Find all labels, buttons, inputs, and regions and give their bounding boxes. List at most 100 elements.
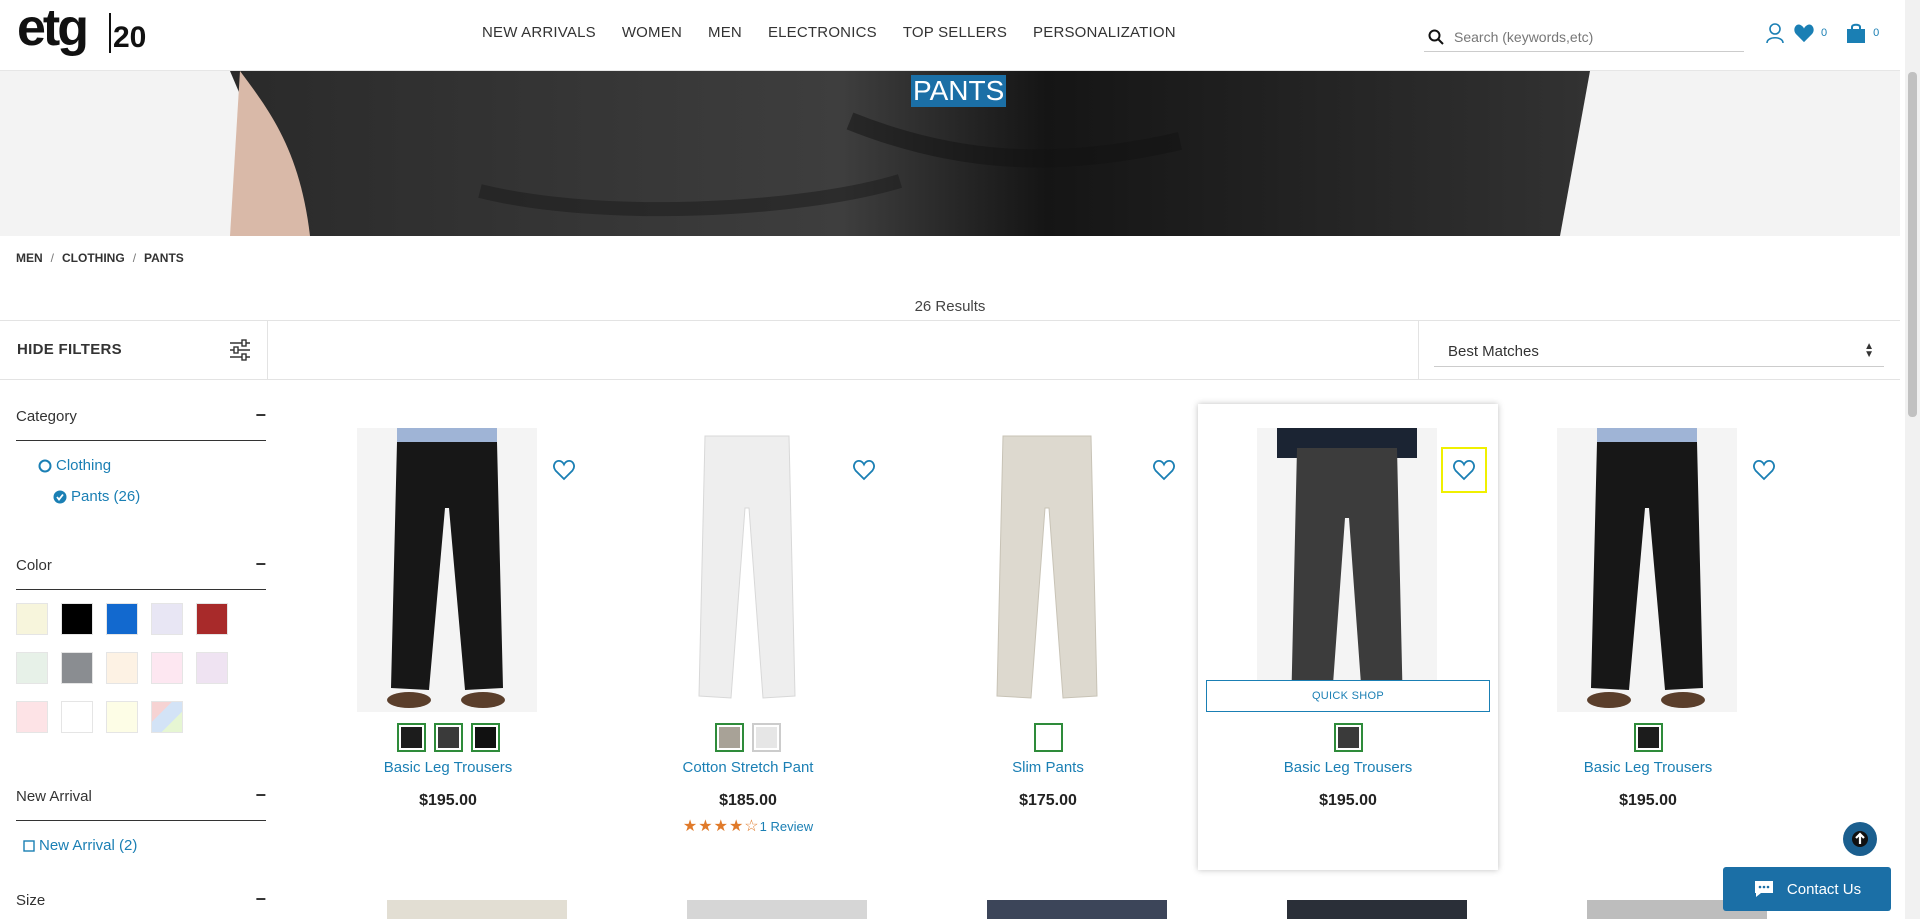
color-swatch[interactable]	[106, 652, 138, 684]
cart-bag-icon[interactable]	[1845, 22, 1867, 44]
svg-text:20: 20	[113, 21, 146, 54]
product-price: $195.00	[1319, 792, 1377, 809]
color-swatch[interactable]	[151, 603, 183, 635]
product-image[interactable]	[1557, 428, 1737, 712]
product-name[interactable]: Slim Pants	[898, 759, 1198, 776]
color-swatch[interactable]	[61, 701, 93, 733]
nav-women[interactable]: WOMEN	[622, 24, 682, 41]
category-pants[interactable]: Pants (26)	[53, 488, 266, 505]
nav-electronics[interactable]: ELECTRONICS	[768, 24, 877, 41]
product-name[interactable]: Basic Leg Trousers	[1498, 759, 1798, 776]
breadcrumb-clothing[interactable]: CLOTHING	[62, 251, 125, 265]
color-swatch[interactable]	[16, 701, 48, 733]
new-arrival-option[interactable]: New Arrival (2)	[23, 837, 266, 854]
color-option[interactable]	[433, 723, 463, 752]
nav-top-sellers[interactable]: TOP SELLERS	[903, 24, 1007, 41]
color-option[interactable]	[752, 723, 781, 752]
product-name[interactable]: Basic Leg Trousers	[1198, 759, 1498, 776]
breadcrumb-men[interactable]: MEN	[16, 251, 43, 265]
nav-personalization[interactable]: PERSONALIZATION	[1033, 24, 1176, 41]
add-to-wishlist-heart-icon[interactable]	[1743, 449, 1785, 491]
collapse-minus-icon[interactable]: −	[255, 785, 266, 806]
scrollbar-thumb[interactable]	[1908, 72, 1917, 417]
search-icon[interactable]	[1428, 29, 1444, 45]
breadcrumb-separator: /	[132, 251, 137, 265]
color-swatch[interactable]	[106, 603, 138, 635]
wishlist-heart-icon[interactable]	[1793, 23, 1815, 43]
nav-men[interactable]: MEN	[708, 24, 742, 41]
color-swatch[interactable]	[196, 603, 228, 635]
color-swatch[interactable]	[61, 652, 93, 684]
page-scrollbar[interactable]	[1905, 0, 1920, 919]
nav-new-arrivals[interactable]: NEW ARRIVALS	[482, 24, 596, 41]
breadcrumb: MEN / CLOTHING / PANTS	[16, 251, 184, 265]
contact-us-chat-button[interactable]: Contact Us	[1723, 867, 1891, 911]
filter-sliders-icon[interactable]	[229, 339, 251, 361]
product-image-next-row[interactable]	[987, 900, 1167, 919]
product-card[interactable]: Cotton Stretch Pant $185.00 ★ ★ ★ ★ ☆ 1 …	[598, 404, 898, 870]
product-price: $185.00	[719, 792, 777, 809]
color-option[interactable]	[396, 723, 426, 752]
results-count: 26 Results	[914, 298, 986, 315]
hide-filters-button[interactable]: HIDE FILTERS	[17, 341, 122, 358]
product-image[interactable]	[957, 428, 1137, 712]
review-count-link[interactable]: 1 Review	[760, 819, 813, 834]
collapse-minus-icon[interactable]: −	[255, 554, 266, 575]
category-clothing[interactable]: Clothing	[38, 457, 266, 474]
product-image[interactable]	[357, 428, 537, 712]
product-name[interactable]: Cotton Stretch Pant	[598, 759, 898, 776]
color-option[interactable]	[470, 723, 500, 752]
color-swatch[interactable]	[196, 652, 228, 684]
product-card[interactable]: Basic Leg Trousers $195.00	[298, 404, 598, 870]
site-header: etg 20 NEW ARRIVALS WOMEN MEN ELECTRONIC…	[0, 0, 1900, 71]
product-image-next-row[interactable]	[687, 900, 867, 919]
color-swatch[interactable]	[106, 701, 138, 733]
wishlist-count: 0	[1821, 27, 1828, 39]
filter-sidebar: Category − Clothing Pants (26) Color − N…	[16, 405, 266, 919]
size-filter-header[interactable]: Size −	[16, 889, 266, 919]
product-image[interactable]	[1257, 428, 1437, 712]
color-swatch-multi[interactable]	[151, 701, 183, 733]
account-icon[interactable]	[1765, 22, 1785, 44]
add-to-wishlist-heart-icon[interactable]	[543, 449, 585, 491]
color-swatch[interactable]	[16, 652, 48, 684]
category-filter-title: Category	[16, 408, 77, 425]
main-nav: NEW ARRIVALS WOMEN MEN ELECTRONICS TOP S…	[482, 24, 1202, 41]
product-card[interactable]: Slim Pants $175.00	[898, 404, 1198, 870]
color-filter-title: Color	[16, 557, 52, 574]
product-name[interactable]: Basic Leg Trousers	[298, 759, 598, 776]
color-option[interactable]	[1333, 723, 1363, 752]
product-image-next-row[interactable]	[1287, 900, 1467, 919]
color-swatch[interactable]	[151, 652, 183, 684]
add-to-wishlist-heart-icon[interactable]	[843, 449, 885, 491]
color-swatch[interactable]	[16, 603, 48, 635]
product-rating[interactable]: ★ ★ ★ ★ ☆ 1 Review	[598, 816, 898, 836]
scroll-to-top-button[interactable]	[1843, 822, 1877, 856]
category-filter-header[interactable]: Category −	[16, 405, 266, 441]
product-image-next-row[interactable]	[387, 900, 567, 919]
sort-select[interactable]: Best Matches ▲ ▼	[1434, 337, 1884, 367]
product-card-hovered[interactable]: QUICK SHOP Basic Leg Trousers $195.00	[1198, 404, 1498, 870]
collapse-minus-icon[interactable]: −	[255, 405, 266, 426]
product-price: $195.00	[419, 792, 477, 809]
color-swatches	[16, 603, 266, 733]
product-image[interactable]	[657, 428, 837, 712]
add-to-wishlist-heart-icon[interactable]	[1441, 447, 1487, 493]
color-option[interactable]	[1633, 723, 1663, 752]
page-title: PANTS	[911, 75, 1007, 107]
quick-shop-button[interactable]: QUICK SHOP	[1206, 680, 1490, 712]
new-arrival-filter-header[interactable]: New Arrival −	[16, 785, 266, 821]
add-to-wishlist-heart-icon[interactable]	[1143, 449, 1185, 491]
product-card[interactable]: Basic Leg Trousers $195.00	[1498, 404, 1798, 870]
color-filter-header[interactable]: Color −	[16, 554, 266, 590]
header-icons: 0 0	[1765, 22, 1897, 44]
collapse-minus-icon[interactable]: −	[255, 889, 266, 910]
color-option[interactable]	[1033, 723, 1063, 752]
star-filled-icon: ★	[713, 818, 728, 835]
product-color-options	[898, 723, 1198, 752]
color-swatch[interactable]	[61, 603, 93, 635]
search-input[interactable]	[1454, 28, 1734, 45]
color-option[interactable]	[715, 723, 744, 752]
radio-circle-icon	[38, 459, 52, 472]
etg-logo[interactable]: etg 20	[17, 3, 157, 67]
